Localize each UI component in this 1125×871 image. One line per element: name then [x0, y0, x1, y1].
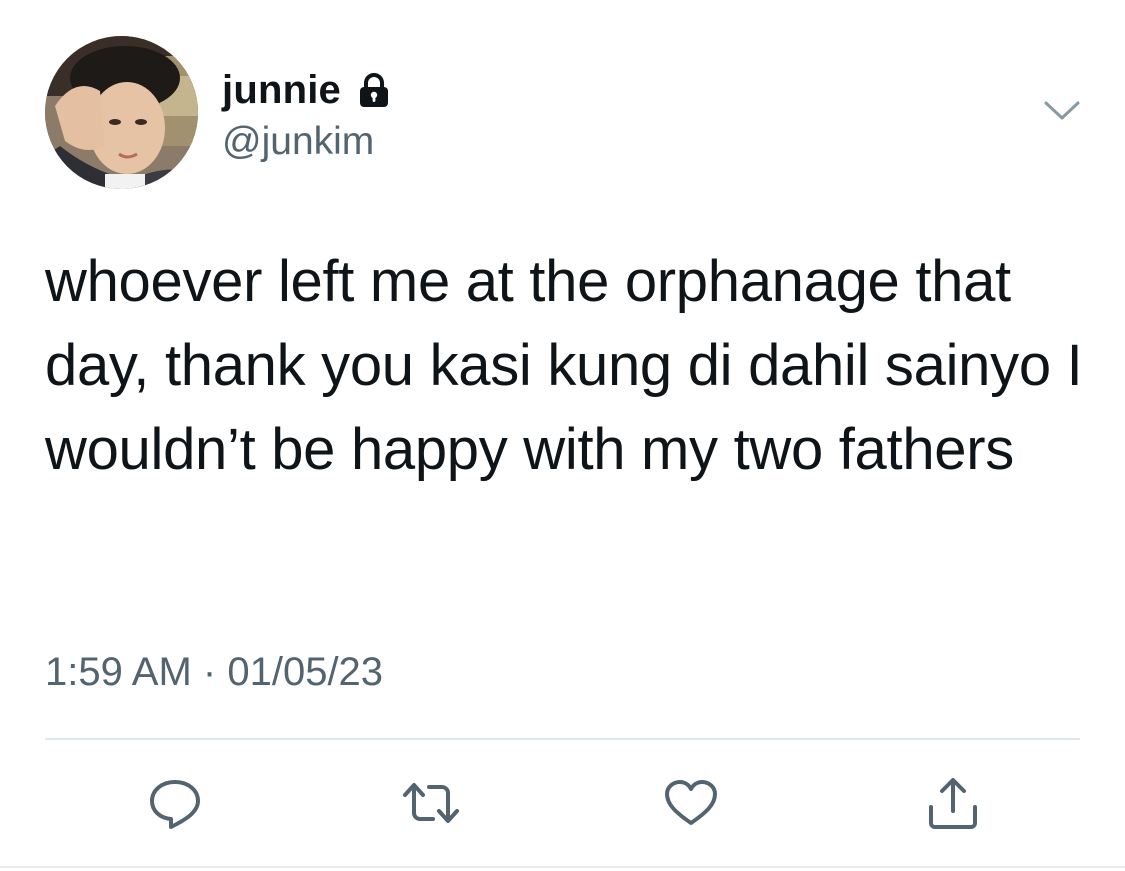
avatar[interactable] [45, 36, 198, 189]
tweet-time[interactable]: 1:59 AM [45, 650, 192, 694]
display-name-row: junnie [222, 64, 393, 116]
display-name[interactable]: junnie [222, 68, 341, 113]
reply-icon [145, 773, 205, 838]
tweet-meta: 1:59 AM · 01/05/23 [45, 650, 383, 695]
author-info: junnie @junkim [222, 64, 393, 164]
meta-separator: · [202, 650, 217, 694]
tweet-date[interactable]: 01/05/23 [227, 650, 383, 694]
divider [45, 738, 1080, 740]
action-bar [0, 770, 1125, 840]
lock-icon [355, 71, 393, 109]
tweet: junnie @junkim whoever left me at the or… [0, 0, 1125, 871]
share-icon [923, 773, 983, 838]
like-button[interactable] [656, 770, 726, 840]
share-button[interactable] [918, 770, 988, 840]
heart-icon [661, 773, 721, 838]
retweet-icon [399, 773, 463, 838]
tweet-text: whoever left me at the orphanage that da… [45, 249, 1083, 482]
retweet-button[interactable] [396, 770, 466, 840]
avatar-photo [45, 36, 198, 189]
chevron-down-icon[interactable] [1042, 98, 1082, 124]
reply-button[interactable] [140, 770, 210, 840]
bottom-border [0, 866, 1125, 868]
handle[interactable]: @junkim [222, 120, 393, 164]
